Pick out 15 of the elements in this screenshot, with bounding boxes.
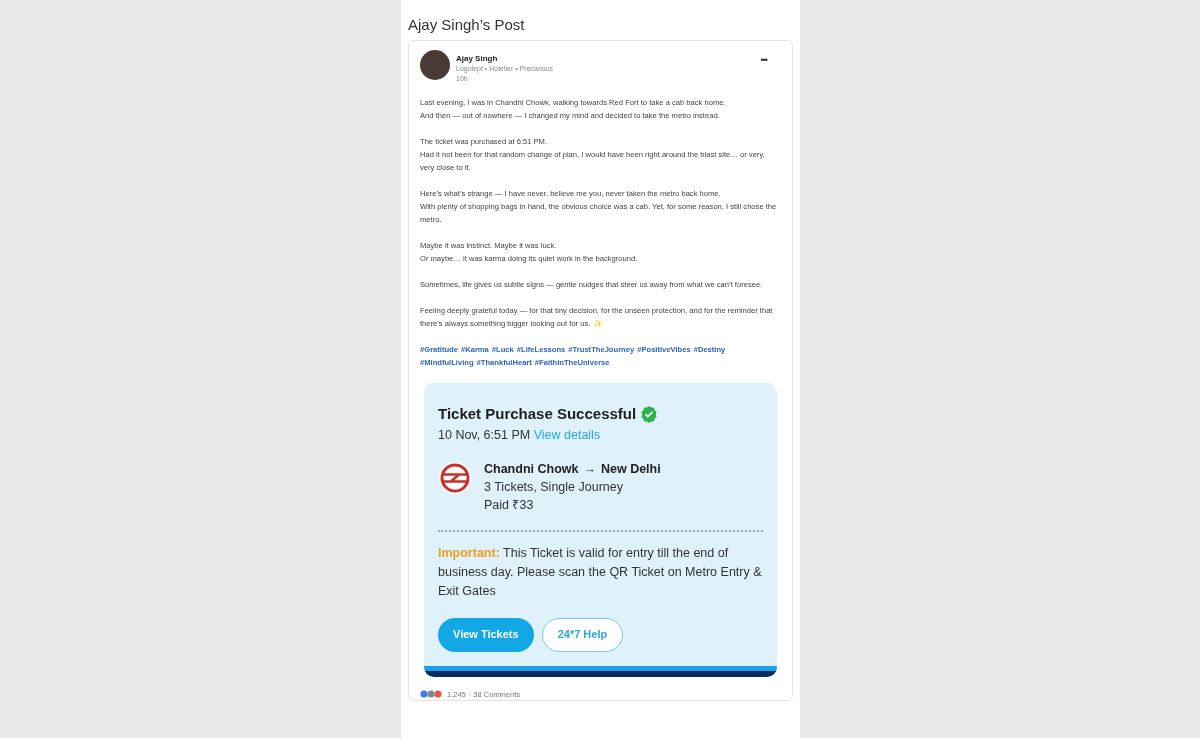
- route-arrow: →: [583, 460, 596, 478]
- author-name[interactable]: Ajay Singh: [456, 53, 761, 64]
- ticket-count: 3 Tickets, Single Journey: [484, 478, 624, 496]
- verified-check-icon: [640, 405, 659, 424]
- ticket-title: Ticket Purchase Successful: [438, 404, 637, 424]
- more-menu-button[interactable]: •••: [760, 54, 767, 68]
- amount-paid: Paid ₹33: [484, 496, 535, 514]
- ticket-date: 10 Nov, 6:51 PM: [438, 427, 531, 442]
- metro-logo-icon: [438, 460, 472, 495]
- avatar[interactable]: [420, 50, 450, 80]
- page-title: Ajay Singh’s Post: [408, 15, 526, 35]
- important-note: Important: This Ticket is valid for entry till the end of business day. Please scan the QR Ticket on Metro Entry & Exit Gates: [438, 544, 763, 600]
- reaction-icons: [420, 690, 444, 699]
- destination-station: New Delhi: [600, 460, 661, 478]
- origin-station: Chandni Chowk: [484, 460, 579, 478]
